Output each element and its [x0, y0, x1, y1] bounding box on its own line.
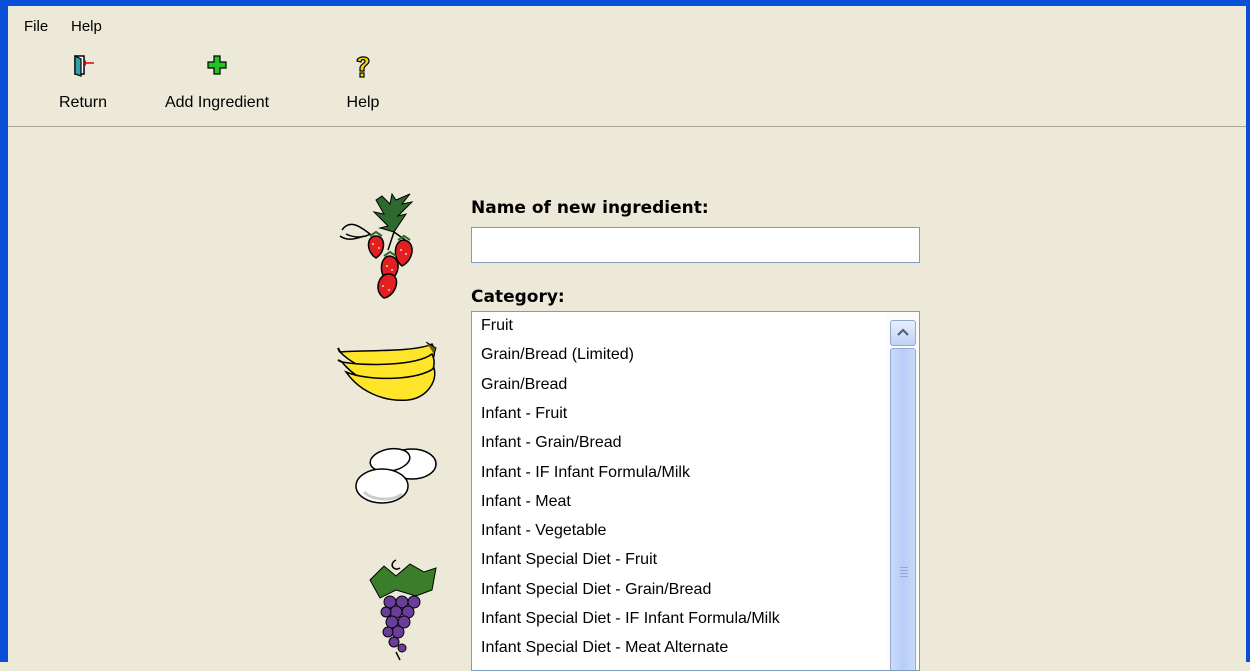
category-listbox[interactable]: Fruit Grain/Bread (Limited) Grain/Bread Inf… [471, 311, 920, 671]
scroll-grip-line [900, 576, 908, 577]
scroll-grip-line [900, 573, 908, 574]
scroll-grip-line [900, 567, 908, 568]
category-option[interactable]: Infant - Grain/Bread [481, 434, 622, 452]
window-frame-right [1246, 0, 1250, 662]
menu-bar: File Help [8, 6, 1246, 42]
category-option[interactable]: Fruit [481, 317, 513, 335]
add-ingredient-button[interactable]: Add Ingredient [154, 50, 280, 112]
help-button[interactable]: Help [338, 50, 388, 112]
help-label: Help [346, 94, 380, 111]
add-ingredient-label: Add Ingredient [164, 94, 270, 111]
category-option[interactable]: Infant Special Diet - IF Infant Formula/… [481, 610, 780, 628]
question-mark-icon [356, 56, 370, 78]
scroll-grip-line [900, 570, 908, 571]
ingredient-name-label: Name of new ingredient: [471, 198, 709, 218]
scroll-up-button[interactable] [890, 320, 916, 346]
menu-help[interactable]: Help [71, 18, 102, 35]
menu-file[interactable]: File [24, 18, 48, 35]
category-label: Category: [471, 287, 565, 307]
category-option[interactable]: Infant - Meat [481, 493, 571, 511]
plus-icon [207, 55, 227, 75]
ingredient-name-input[interactable] [471, 227, 920, 263]
category-option[interactable]: Infant - Vegetable [481, 522, 606, 540]
exit-door-icon [74, 55, 94, 77]
chevron-up-icon [897, 328, 909, 336]
category-option[interactable]: Infant Special Diet - Fruit [481, 551, 657, 569]
category-option[interactable]: Infant Special Diet - Meat Alternate [481, 639, 728, 657]
listbox-scrollbar[interactable] [887, 312, 919, 670]
toolbar: Return Add Ingredient Help [8, 44, 1246, 127]
return-button[interactable]: Return [48, 50, 118, 112]
category-option[interactable]: Grain/Bread [481, 376, 567, 394]
category-option[interactable]: Grain/Bread (Limited) [481, 346, 634, 364]
eggs-image [355, 447, 437, 504]
window-frame-left [0, 0, 8, 662]
category-option[interactable]: Infant Special Diet - Grain/Bread [481, 581, 711, 599]
banana-image [337, 341, 437, 401]
strawberry-image [339, 192, 414, 299]
category-option[interactable]: Infant - IF Infant Formula/Milk [481, 464, 690, 482]
scroll-thumb[interactable] [890, 348, 916, 670]
category-option[interactable]: Infant - Fruit [481, 405, 567, 423]
return-label: Return [58, 94, 108, 111]
grapes-image [369, 559, 437, 661]
